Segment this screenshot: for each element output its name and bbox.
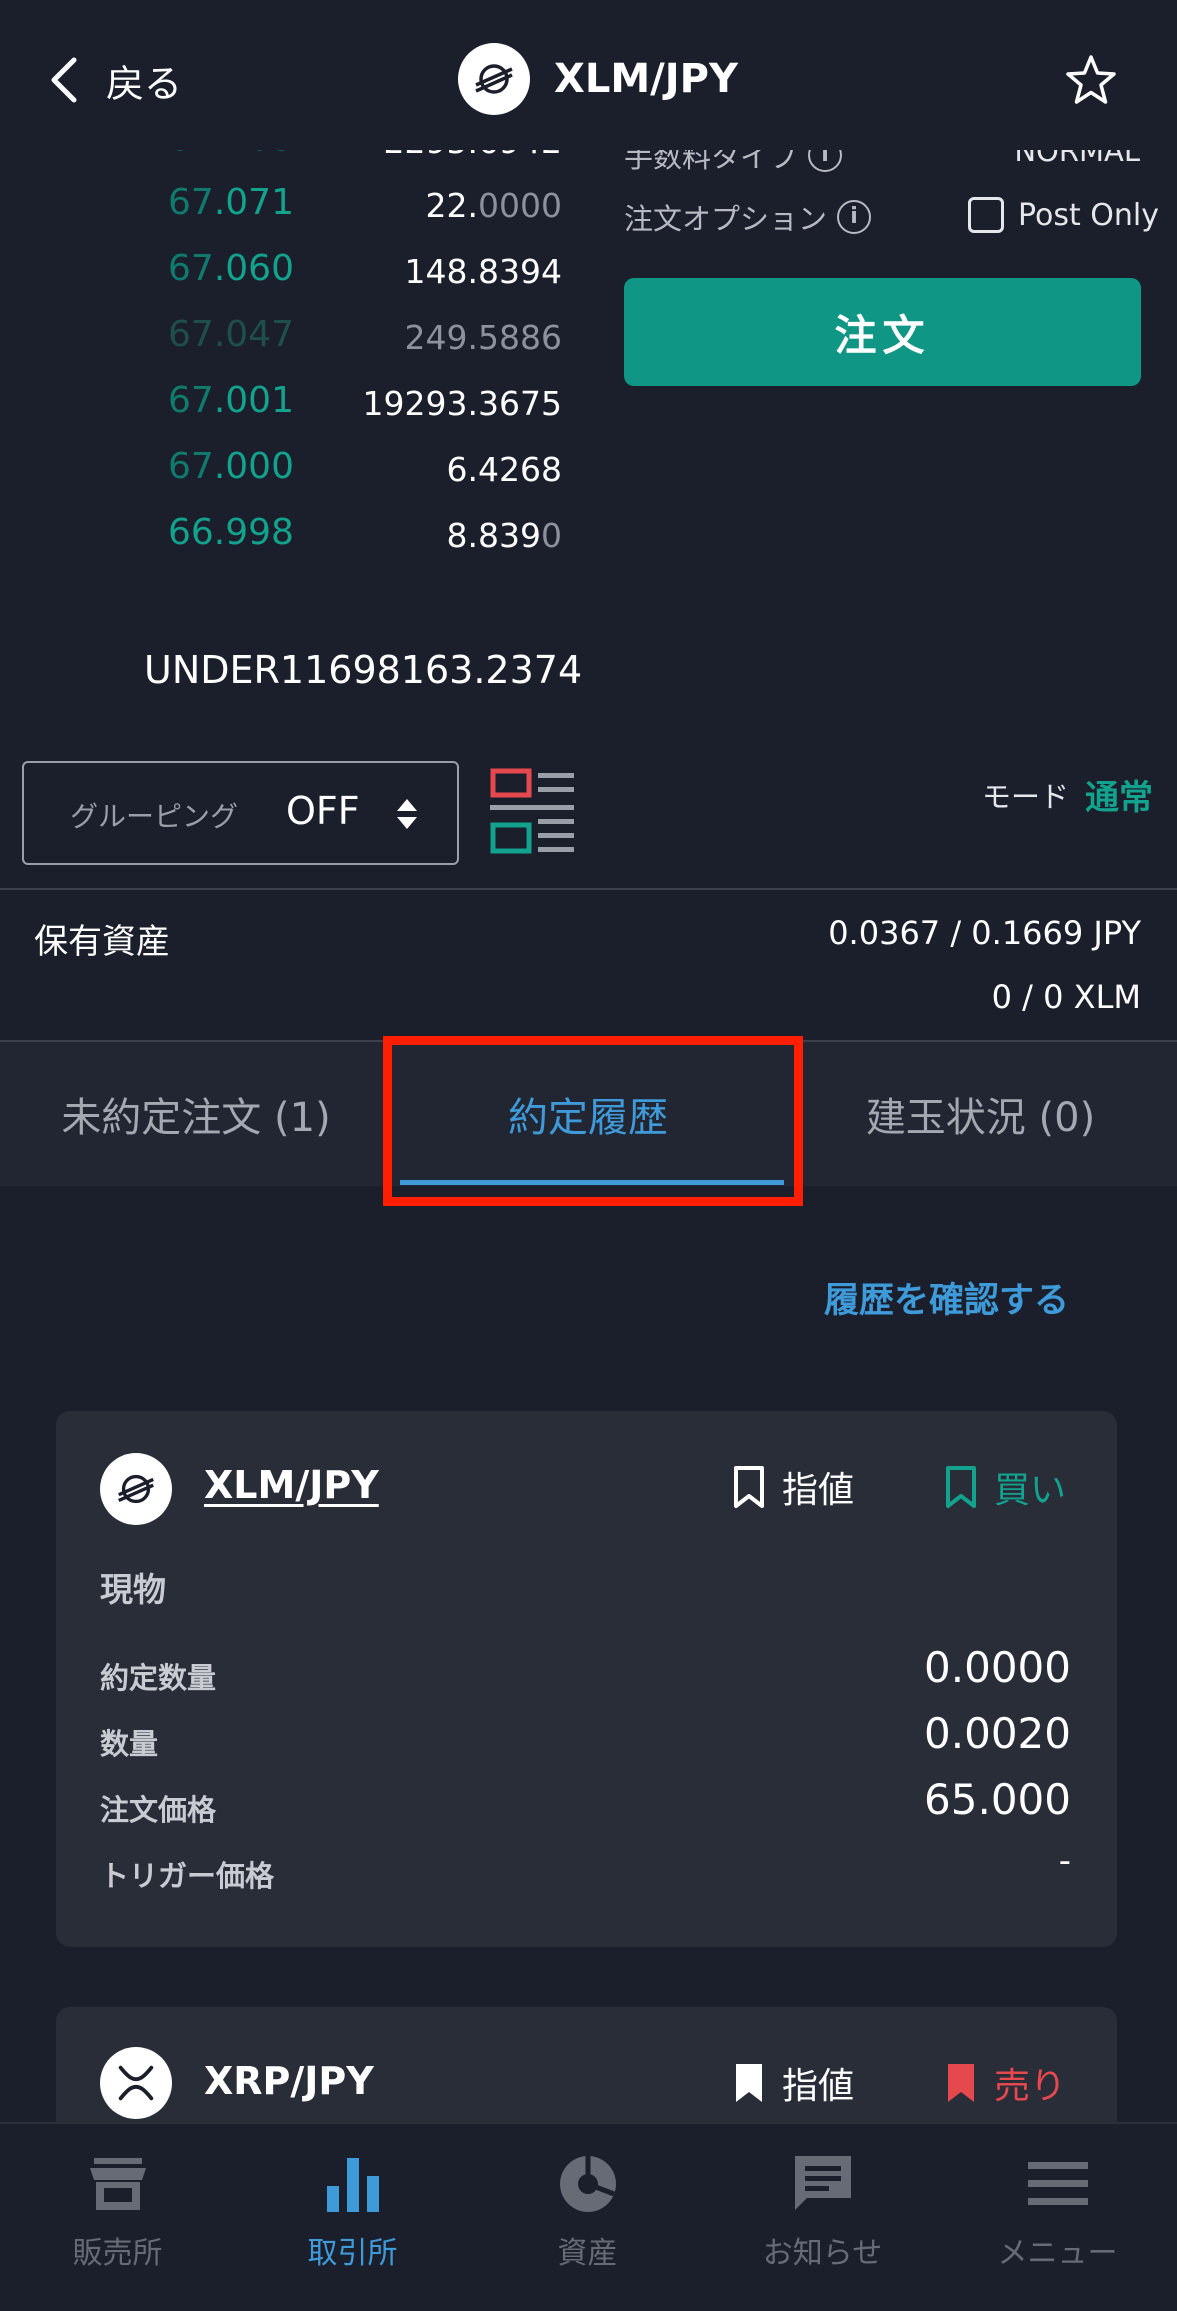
order-book-under-total: UNDER11698163.2374	[144, 648, 583, 692]
order-book-price: 67.071	[168, 182, 294, 223]
order-book-price: 66.998	[168, 512, 294, 553]
order-book-price: 67.001	[168, 380, 294, 421]
order-book-row[interactable]: 67.060 148.8394	[0, 248, 580, 308]
back-button[interactable]: 戻る	[48, 50, 182, 110]
side-tag-sell: 売り	[944, 2057, 1066, 2109]
order-book-quantity: 8.8390	[446, 516, 562, 555]
order-book-row[interactable]: 67.071 22.0000	[0, 182, 580, 242]
app-header: 戻る XLM/JPY	[0, 0, 1177, 150]
order-book-quantity: 19293.3675	[362, 384, 562, 423]
sort-arrows-icon	[397, 799, 417, 829]
order-price-label: 注文価格	[100, 1793, 217, 1827]
mode-value: 通常	[1085, 778, 1153, 818]
nav-item-menu[interactable]: メニュー	[940, 2124, 1175, 2311]
grouping-label: グルーピング	[70, 800, 239, 833]
order-book-row[interactable]: 67.000 6.4268	[0, 446, 580, 506]
order-type-tag: 指値	[732, 2057, 854, 2109]
checkbox-icon[interactable]	[968, 197, 1004, 233]
quantity-value: 0.0020	[924, 1709, 1071, 1758]
post-only-checkbox[interactable]: Post Only	[968, 197, 1159, 233]
trigger-price-label: トリガー価格	[100, 1859, 275, 1893]
trade-kind: 現物	[100, 1570, 166, 1609]
order-option-label: 注文オプション i	[624, 196, 872, 238]
view-history-link[interactable]: 履歴を確認する	[824, 1272, 1069, 1323]
bookmark-icon	[948, 2064, 974, 2102]
trade-card: XLM/JPY 指値 買い 現物 約定数量 0.0000 数量 0.0020 注…	[56, 1411, 1117, 1947]
bookmark-icon	[734, 1466, 764, 1508]
order-book-row[interactable]: 67.047 249.5886	[0, 314, 580, 374]
trade-pair-link[interactable]: XRP/JPY	[204, 2059, 374, 2103]
filled-quantity-value: 0.0000	[924, 1643, 1071, 1692]
side-tag-buy: 買い	[944, 1461, 1066, 1513]
star-icon[interactable]	[1064, 53, 1118, 107]
highlight-box	[383, 1036, 803, 1206]
trade-pair-link[interactable]: XLM/JPY	[204, 1463, 379, 1507]
order-book-price: 67.060	[168, 248, 294, 289]
order-book-quantity: 249.5886	[404, 318, 562, 357]
order-book-quantity: 6.4268	[446, 450, 562, 489]
divider	[0, 888, 1177, 890]
message-icon	[794, 2156, 851, 2210]
bar-chart-icon	[326, 2158, 379, 2212]
trigger-price-value: -	[1058, 1841, 1071, 1881]
grouping-value: OFF	[286, 789, 360, 833]
pie-chart-icon	[559, 2156, 616, 2212]
pair-title: XLM/JPY	[458, 43, 738, 115]
assets-xlm: 0 / 0 XLM	[991, 978, 1141, 1016]
assets-jpy: 0.0367 / 0.1669 JPY	[828, 914, 1141, 952]
orderbook-layout-icon[interactable]	[490, 768, 578, 856]
order-book-row[interactable]: 66.998 8.8390	[0, 512, 580, 572]
chevron-left-icon	[51, 57, 77, 103]
assets-label: 保有資産	[34, 922, 170, 962]
page-title: XLM/JPY	[554, 56, 738, 102]
mode-label: モード	[981, 779, 1069, 814]
order-book-quantity: 148.8394	[404, 252, 562, 291]
order-book-row[interactable]: 67.001 19293.3675	[0, 380, 580, 440]
order-type-tag: 指値	[732, 1461, 854, 1513]
nav-item-exchange[interactable]: 取引所	[235, 2124, 470, 2311]
order-book-price: 67.000	[168, 446, 294, 487]
filled-quantity-label: 約定数量	[100, 1661, 217, 1695]
quantity-label: 数量	[100, 1727, 159, 1761]
stellar-logo-icon	[458, 43, 530, 115]
menu-icon	[1027, 2162, 1088, 2205]
store-icon	[89, 2158, 146, 2210]
info-icon[interactable]: i	[837, 200, 872, 234]
back-label: 戻る	[106, 61, 183, 106]
tab-open-orders[interactable]: 未約定注文 (1)	[0, 1042, 392, 1186]
order-book-price: 67.047	[168, 314, 294, 355]
nav-item-assets[interactable]: 資産	[470, 2124, 705, 2311]
order-price-value: 65.000	[924, 1775, 1071, 1824]
grouping-select[interactable]: グルーピング OFF	[22, 761, 459, 865]
mode-toggle[interactable]: モード 通常	[982, 770, 1153, 819]
nav-item-notices[interactable]: お知らせ	[705, 2124, 940, 2311]
nav-item-store[interactable]: 販売所	[0, 2124, 235, 2311]
tab-positions[interactable]: 建玉状況 (0)	[784, 1042, 1177, 1186]
bottom-nav: 販売所 取引所 資産 お知らせ メニュー	[0, 2122, 1177, 2311]
order-button[interactable]: 注文	[624, 278, 1141, 386]
bookmark-icon	[736, 2064, 762, 2102]
xrp-logo-icon	[100, 2047, 172, 2119]
order-book-quantity: 22.0000	[425, 186, 562, 225]
stellar-logo-icon	[100, 1453, 172, 1525]
bookmark-icon	[946, 1466, 976, 1508]
post-only-label: Post Only	[1018, 197, 1160, 233]
